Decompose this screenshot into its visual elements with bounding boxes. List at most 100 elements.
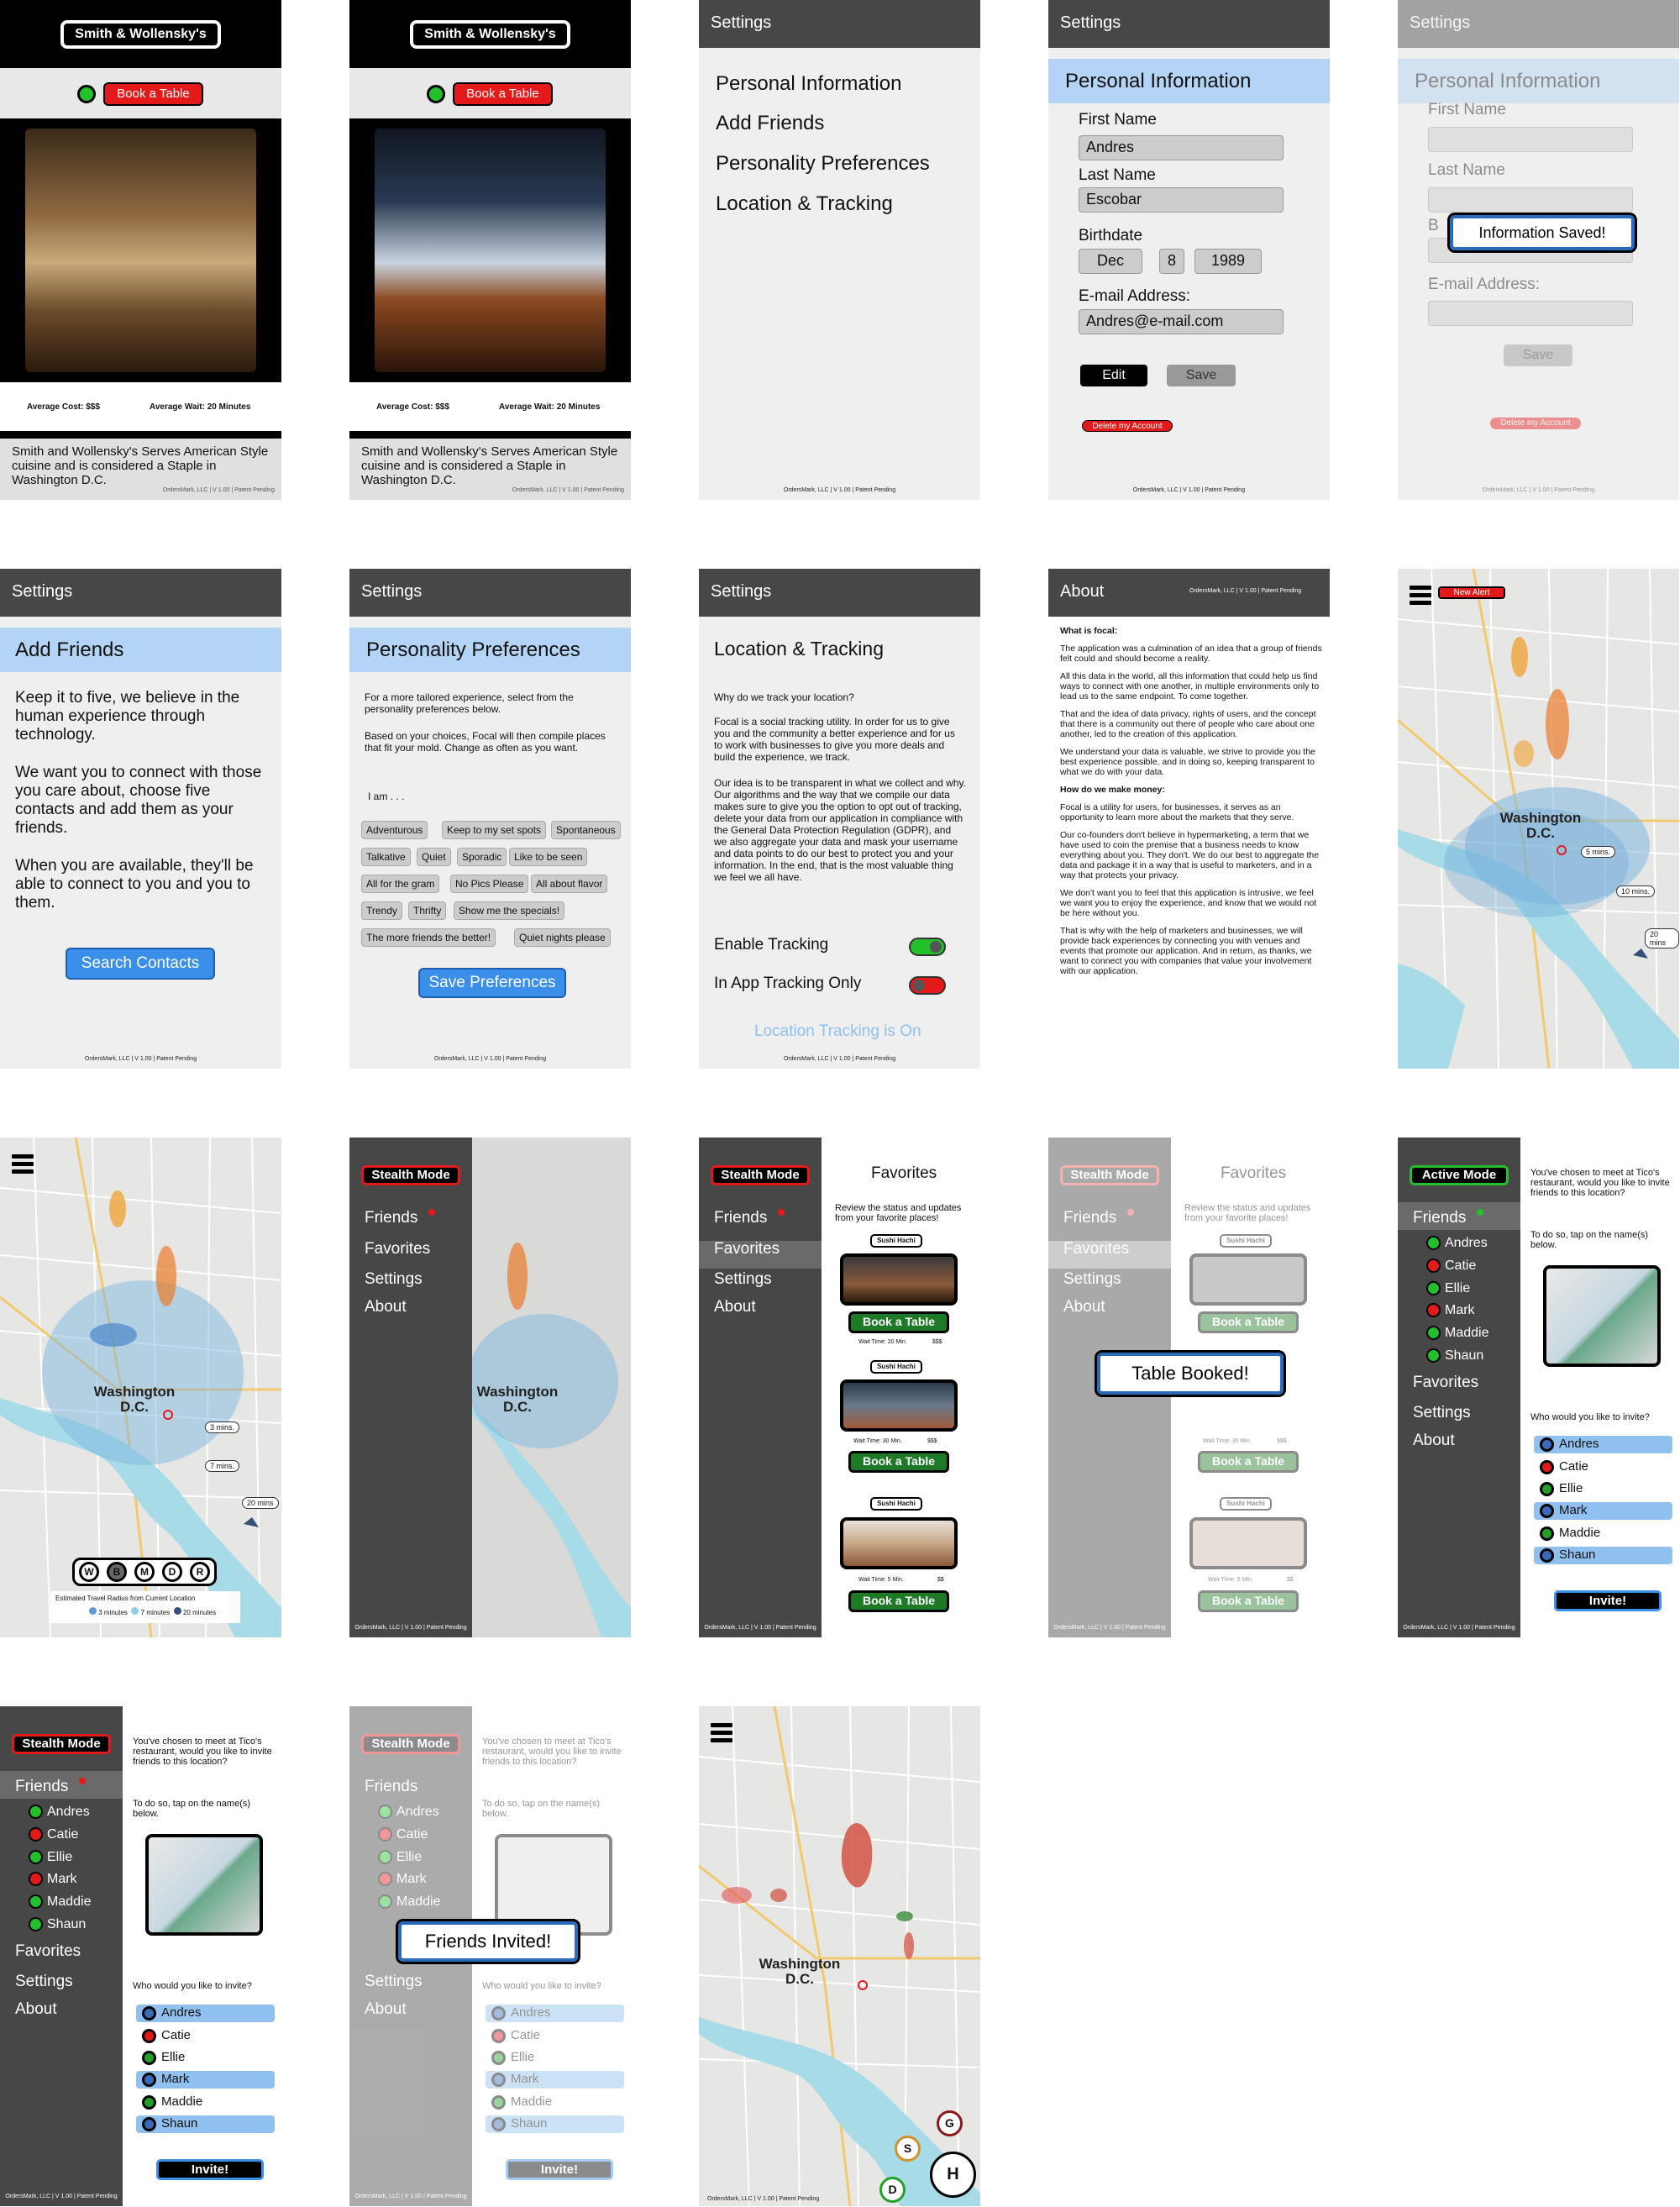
favorite-book-button[interactable]: Book a Table (848, 1590, 949, 1612)
settings-item-personality-preferences[interactable]: Personality Preferences (716, 152, 930, 176)
stealth-mode-toggle[interactable]: Stealth Mode (12, 1734, 111, 1754)
add-friends-screen: Settings Add Friends Keep it to five, we… (0, 569, 281, 1069)
settings-item-location-tracking[interactable]: Location & Tracking (716, 192, 893, 216)
map-view[interactable]: Washington D.C. G S D H OrdersMark, LLC … (699, 1706, 980, 2206)
menu-item-settings[interactable]: Settings (714, 1270, 772, 1289)
birth-day-field[interactable]: 8 (1159, 249, 1184, 274)
stealth-mode-toggle[interactable]: Stealth Mode (711, 1165, 810, 1185)
menu-item-favorites[interactable]: Favorites (714, 1240, 780, 1259)
favorite-book-button[interactable]: Book a Table (848, 1311, 949, 1333)
favorite-photo[interactable] (840, 1517, 958, 1569)
new-alert-badge[interactable]: New Alert (1438, 586, 1505, 599)
tag-adventurous[interactable]: Adventurous (361, 821, 428, 839)
invite-andres[interactable]: Andres (136, 2005, 275, 2022)
enable-tracking-toggle[interactable] (909, 938, 946, 956)
tag-the-more-friends[interactable]: The more friends the better! (361, 928, 496, 947)
delete-account-button[interactable]: Delete my Account (1082, 420, 1173, 432)
invite-status-dot (491, 2095, 506, 2110)
favorite-book-button[interactable]: Book a Table (848, 1451, 949, 1473)
tag-keep-to-set-spots[interactable]: Keep to my set spots (442, 821, 547, 839)
friend-marker-g[interactable]: G (937, 2110, 963, 2136)
stealth-mode-toggle[interactable]: Stealth Mode (361, 1165, 460, 1185)
map-view[interactable]: New Alert Washington D.C. 5 mins. 10 min… (1398, 569, 1679, 1069)
invite-ellie[interactable]: Ellie (136, 2049, 275, 2067)
first-name-field[interactable]: Andres (1079, 135, 1284, 160)
tag-all-for-the-gram[interactable]: All for the gram (361, 875, 440, 893)
invite-button[interactable]: Invite! (1554, 1590, 1662, 1611)
tag-like-to-be-seen[interactable]: Like to be seen (509, 848, 588, 866)
tag-quiet[interactable]: Quiet (417, 848, 451, 866)
invite-catie[interactable]: Catie (136, 2027, 275, 2045)
invite-mark[interactable]: Mark (1534, 1502, 1672, 1520)
book-table-button[interactable]: Book a Table (103, 82, 203, 106)
tag-trendy[interactable]: Trendy (361, 901, 402, 920)
restaurant-map-thumb[interactable] (145, 1834, 263, 1936)
mode-metro[interactable]: M (134, 1562, 155, 1582)
about-screen: About OrdersMark, LLC | V 1.00 | Patent … (1048, 569, 1330, 1069)
footer: OrdersMark, LLC | V 1.00 | Patent Pendin… (162, 487, 275, 493)
search-contacts-button[interactable]: Search Contacts (66, 948, 215, 980)
menu-item-about[interactable]: About (15, 2000, 57, 2019)
location-tracking-screen: Settings Location & Tracking Why do we t… (699, 569, 980, 1069)
invite-status-dot (491, 2029, 506, 2043)
mode-walk[interactable]: W (79, 1562, 99, 1582)
settings-item-personal-information[interactable]: Personal Information (716, 72, 901, 96)
invite-shaun[interactable]: Shaun (1534, 1547, 1672, 1564)
save-button[interactable]: Save (1167, 365, 1236, 386)
open-status-dot (77, 85, 96, 103)
menu-icon[interactable] (711, 1723, 732, 1742)
invite-button[interactable]: Invite! (156, 2159, 264, 2180)
tag-no-pics-please[interactable]: No Pics Please (450, 875, 529, 893)
menu-item-settings[interactable]: Settings (1413, 1404, 1471, 1422)
tag-show-me-the-specials[interactable]: Show me the specials! (454, 901, 565, 920)
invite-mark[interactable]: Mark (136, 2071, 275, 2089)
invite-catie[interactable]: Catie (1534, 1458, 1672, 1476)
settings-item-add-friends[interactable]: Add Friends (716, 112, 824, 135)
edit-button[interactable]: Edit (1080, 365, 1147, 386)
mode-bike[interactable]: B (107, 1562, 127, 1582)
invite-shaun[interactable]: Shaun (136, 2115, 275, 2133)
last-name-field[interactable]: Escobar (1079, 187, 1284, 213)
email-field[interactable]: Andres@e-mail.com (1079, 309, 1284, 334)
menu-item-friends[interactable]: Friends (365, 1209, 417, 1227)
invite-ellie[interactable]: Ellie (1534, 1480, 1672, 1498)
birth-month-field[interactable]: Dec (1079, 249, 1142, 274)
in-app-tracking-toggle[interactable] (909, 976, 946, 995)
active-mode-toggle[interactable]: Active Mode (1410, 1165, 1509, 1185)
invite-maddie[interactable]: Maddie (136, 2094, 275, 2111)
menu-item-friends[interactable]: Friends (15, 1778, 68, 1796)
save-preferences-button[interactable]: Save Preferences (418, 968, 566, 998)
tag-spontaneous[interactable]: Spontaneous (551, 821, 621, 839)
tag-talkative[interactable]: Talkative (361, 848, 411, 866)
menu-item-favorites[interactable]: Favorites (15, 1942, 81, 1961)
menu-item-favorites[interactable]: Favorites (365, 1240, 430, 1259)
tag-sporadic[interactable]: Sporadic (457, 848, 507, 866)
map-view[interactable]: Washington D.C. 3 mins. 7 mins. 20 mins … (0, 1138, 281, 1637)
mode-ride[interactable]: R (190, 1562, 210, 1582)
home-marker-h[interactable]: H (930, 2152, 976, 2198)
tag-all-about-flavor[interactable]: All about flavor (531, 875, 608, 893)
friend-marker-s[interactable]: S (895, 2136, 921, 2162)
tag-thrifty[interactable]: Thrifty (408, 901, 447, 920)
menu-item-about[interactable]: About (1413, 1432, 1455, 1450)
favorite-photo[interactable] (840, 1379, 958, 1432)
menu-item-favorites[interactable]: Favorites (1413, 1374, 1478, 1392)
tag-quiet-nights[interactable]: Quiet nights please (514, 928, 611, 947)
menu-item-friends[interactable]: Friends (714, 1209, 767, 1227)
side-menu: Stealth Mode Friends Andres Catie Ellie … (0, 1706, 123, 2206)
menu-item-about[interactable]: About (714, 1298, 756, 1316)
footer: OrdersMark, LLC | V 1.00 | Patent Pendin… (783, 1056, 896, 1062)
menu-icon[interactable] (1410, 586, 1431, 605)
book-table-button[interactable]: Book a Table (453, 82, 553, 106)
invite-maddie[interactable]: Maddie (1534, 1525, 1672, 1542)
favorite-photo[interactable] (840, 1253, 958, 1306)
menu-item-about[interactable]: About (365, 1298, 407, 1316)
mode-drive[interactable]: D (162, 1562, 182, 1582)
restaurant-map-thumb[interactable] (1543, 1265, 1661, 1367)
menu-icon[interactable] (12, 1154, 34, 1174)
menu-item-settings[interactable]: Settings (365, 1270, 423, 1289)
birth-year-field[interactable]: 1989 (1194, 249, 1262, 274)
invite-andres[interactable]: Andres (1534, 1436, 1672, 1453)
menu-item-friends[interactable]: Friends (1413, 1209, 1466, 1227)
menu-item-settings[interactable]: Settings (15, 1973, 73, 1991)
